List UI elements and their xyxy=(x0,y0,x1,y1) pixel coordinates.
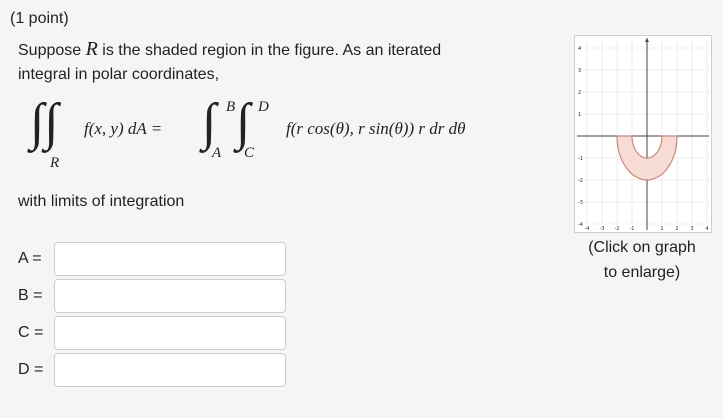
answer-row-b: B = xyxy=(18,278,286,314)
inner-lower-limit: C xyxy=(244,145,255,161)
lhs-expression: f(x, y) dA = xyxy=(84,119,163,138)
answer-label-b: B = xyxy=(18,287,43,304)
x-tick-label: -3 xyxy=(600,226,605,232)
integrand-expression: f(r cos(θ), r sin(θ)) r dr dθ xyxy=(286,119,466,138)
outer-upper-limit: B xyxy=(226,99,236,115)
x-tick-label: -4 xyxy=(585,226,590,232)
problem-statement: Suppose R is the shaded region in the fi… xyxy=(18,37,538,87)
graph-caption: (Click on graph to enlarge) xyxy=(574,235,710,285)
y-tick-label: 1 xyxy=(578,112,581,118)
answer-input-d[interactable] xyxy=(54,353,286,387)
answer-row-d: D = xyxy=(18,352,286,388)
x-tick-label: 3 xyxy=(690,226,693,232)
graph-thumbnail[interactable]: -4 -3 -2 -1 1 2 3 4 4 3 2 1 -1 -2 -3 -4 xyxy=(574,35,712,233)
y-tick-label: 3 xyxy=(578,68,581,74)
region-graph[interactable]: -4 -3 -2 -1 1 2 3 4 4 3 2 1 -1 -2 -3 -4 xyxy=(575,36,711,232)
region-symbol: R xyxy=(85,38,98,60)
answer-label-a: A = xyxy=(18,250,42,267)
x-tick-label: -2 xyxy=(615,226,620,232)
x-tick-label: 4 xyxy=(705,226,708,232)
limits-label: with limits of integration xyxy=(18,193,185,210)
x-tick-label: 1 xyxy=(660,226,663,232)
prompt-line2: integral in polar coordinates, xyxy=(18,66,220,83)
prompt-part2: is the shaded region in the figure. As a… xyxy=(102,42,442,59)
y-tick-label: -4 xyxy=(578,222,583,228)
inner-upper-limit: D xyxy=(258,99,269,115)
y-axis-arrow xyxy=(645,38,649,42)
answer-label-c: C = xyxy=(18,324,44,341)
lhs-region-label: R xyxy=(50,155,60,171)
answer-row-c: C = xyxy=(18,315,286,351)
graph-caption-line2: to enlarge) xyxy=(603,264,681,281)
problem-points: (1 point) xyxy=(10,10,69,27)
y-tick-label: -2 xyxy=(578,178,583,184)
x-tick-label: 2 xyxy=(675,226,678,232)
answer-label-d: D = xyxy=(18,361,44,378)
integral-equation: ∫∫ R f(x, y) dA = ∫ B A ∫ D C f(r cos(θ)… xyxy=(30,95,550,185)
graph-caption-line1: (Click on graph xyxy=(588,239,696,256)
x-tick-label: -1 xyxy=(630,226,635,232)
outer-lower-limit: A xyxy=(212,145,222,161)
answer-input-c[interactable] xyxy=(54,316,286,350)
double-integral-sign: ∫∫ xyxy=(30,94,59,151)
y-tick-label: 4 xyxy=(578,46,581,52)
answer-row-a: A = xyxy=(18,241,286,277)
y-tick-label: -1 xyxy=(578,156,583,162)
y-tick-label: -3 xyxy=(578,200,583,206)
outer-integral-sign: ∫ xyxy=(202,94,217,151)
inner-integral-sign: ∫ xyxy=(236,94,251,151)
answer-input-b[interactable] xyxy=(54,279,286,313)
y-tick-label: 2 xyxy=(578,90,581,96)
prompt-part1: Suppose xyxy=(18,42,82,59)
answer-input-a[interactable] xyxy=(54,242,286,276)
